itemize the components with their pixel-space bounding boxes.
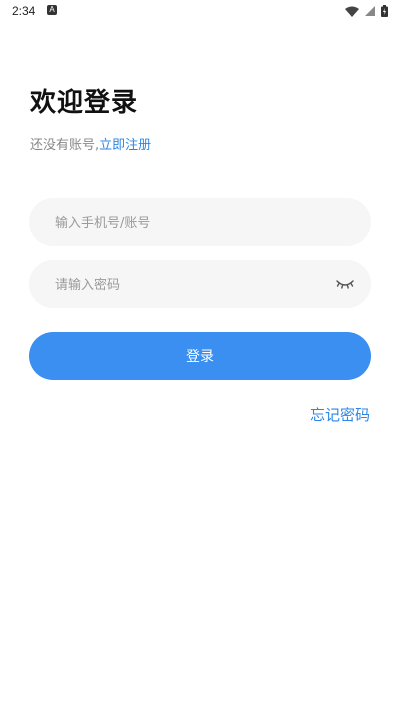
password-field[interactable] (29, 260, 371, 310)
forgot-password-link[interactable]: 忘记密码 (310, 404, 370, 425)
eye-closed-icon[interactable] (335, 276, 355, 292)
status-bar: 2:34 A (0, 0, 400, 24)
register-link[interactable]: 立即注册 (99, 138, 151, 153)
account-field[interactable] (29, 198, 371, 248)
login-screen: 2:34 A 欢迎登录 还没有账号,立即注册 输入手机号/账号 登录 忘记密码 (0, 0, 400, 711)
status-time: 2:34 (12, 4, 36, 18)
register-prompt: 还没有账号,立即注册 (30, 134, 151, 153)
wifi-icon (345, 6, 359, 17)
account-input[interactable] (53, 198, 327, 248)
notification-icon: A (47, 5, 57, 15)
password-input[interactable] (53, 260, 327, 310)
register-prompt-text: 还没有账号, (30, 138, 100, 153)
login-button[interactable]: 登录 (29, 332, 371, 380)
page-title: 欢迎登录 (30, 88, 139, 118)
status-icons (345, 4, 388, 18)
signal-icon (365, 6, 375, 16)
battery-icon (381, 5, 388, 17)
